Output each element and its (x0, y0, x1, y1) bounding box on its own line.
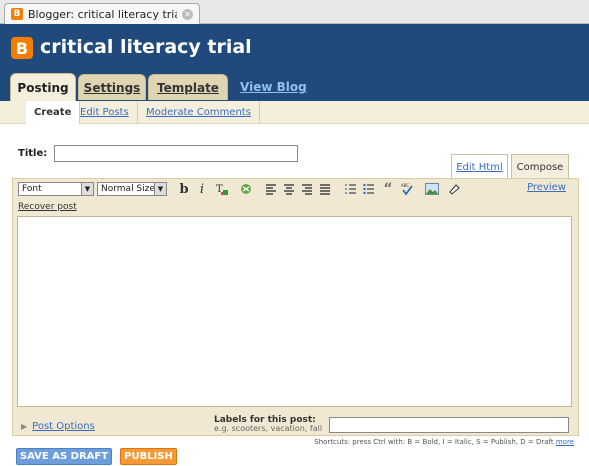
justify-icon[interactable] (317, 181, 333, 197)
post-options-toggle[interactable]: ▶ Post Options (21, 421, 95, 432)
font-select-value: Font (22, 184, 42, 194)
post-title-label: Title: (18, 148, 48, 159)
shortcuts-more-link[interactable]: more (556, 438, 574, 446)
numbered-list-icon[interactable] (343, 181, 359, 197)
view-blog-link[interactable]: View Blog (240, 80, 307, 94)
image-icon[interactable] (424, 181, 440, 197)
bold-icon[interactable]: b (176, 181, 192, 197)
browser-tab-title: Blogger: critical literacy trial - ... (28, 7, 177, 21)
subnav-bar: Create Edit Posts Moderate Comments (0, 101, 589, 124)
blogger-favicon-icon: B (11, 8, 23, 20)
labels-hint: e.g. scooters, vacation, fall (214, 424, 323, 433)
align-left-icon[interactable] (263, 181, 279, 197)
tab-settings[interactable]: Settings (78, 74, 146, 100)
chevron-down-icon: ▼ (81, 183, 93, 195)
svg-text:ABC: ABC (401, 183, 409, 188)
remove-formatting-icon[interactable] (447, 181, 463, 197)
publish-button[interactable]: PUBLISH (120, 448, 177, 465)
tab-posting-label: Posting (17, 80, 69, 95)
bulleted-list-icon[interactable] (361, 181, 377, 197)
align-right-icon[interactable] (299, 181, 315, 197)
italic-icon[interactable]: i (194, 181, 210, 197)
font-select[interactable]: Font ▼ (18, 182, 94, 196)
link-icon[interactable] (238, 181, 254, 197)
edit-html-tab[interactable]: Edit Html (451, 154, 508, 179)
browser-tab-strip: B Blogger: critical literacy trial - ...… (0, 0, 589, 24)
labels-input[interactable] (329, 417, 569, 433)
tab-posting[interactable]: Posting (10, 73, 76, 101)
chevron-down-icon: ▼ (154, 183, 166, 195)
font-size-select-value: Normal Size (101, 184, 155, 194)
close-tab-icon[interactable]: ✕ (182, 8, 193, 20)
recover-post-link[interactable]: Recover post (18, 202, 77, 212)
tab-template[interactable]: Template (148, 74, 228, 100)
post-options-label: Post Options (32, 421, 95, 432)
font-size-select[interactable]: Normal Size ▼ (97, 182, 167, 196)
blockquote-icon[interactable]: “ (380, 181, 396, 197)
subnav-edit-posts[interactable]: Edit Posts (72, 101, 138, 124)
tab-settings-label: Settings (83, 80, 141, 95)
blogger-logo-icon: B (11, 37, 33, 59)
post-body-editor[interactable] (17, 216, 572, 407)
shortcuts-hint: Shortcuts: press Ctrl with: B = Bold, I … (289, 438, 574, 446)
browser-tab[interactable]: B Blogger: critical literacy trial - ...… (4, 3, 200, 24)
post-editor: Font ▼ Normal Size ▼ b i T “ ABC Preview R… (12, 178, 579, 436)
save-as-draft-button[interactable]: SAVE AS DRAFT (16, 448, 112, 465)
post-title-input[interactable] (54, 145, 298, 162)
subnav-moderate-comments[interactable]: Moderate Comments (138, 101, 260, 124)
shortcuts-text: Shortcuts: press Ctrl with: B = Bold, I … (314, 438, 554, 446)
tab-template-label: Template (157, 80, 219, 95)
triangle-right-icon: ▶ (21, 422, 28, 431)
compose-tab[interactable]: Compose (511, 154, 569, 179)
text-color-icon[interactable]: T (214, 181, 230, 197)
blog-title: critical literacy trial (40, 36, 252, 58)
preview-link[interactable]: Preview (527, 182, 566, 193)
align-center-icon[interactable] (281, 181, 297, 197)
spellcheck-icon[interactable]: ABC (399, 181, 415, 197)
